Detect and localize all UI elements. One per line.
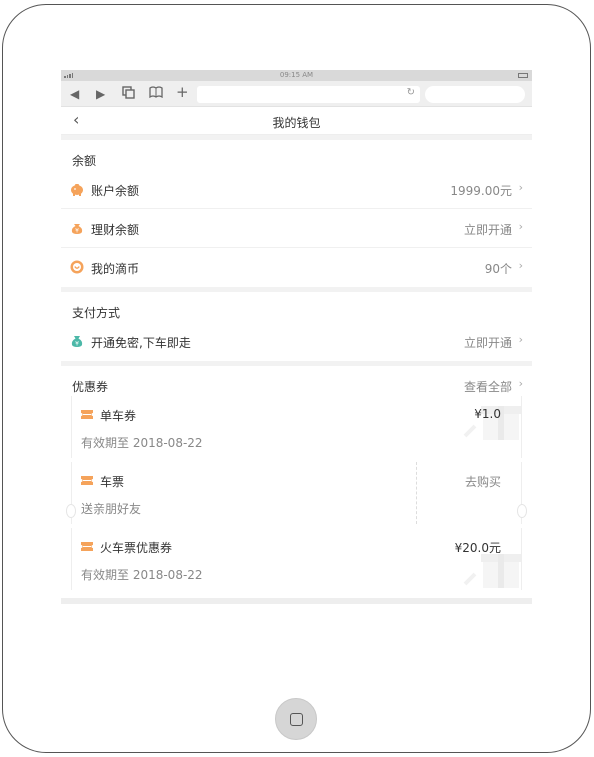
row-label: 账户余额 [91,184,140,198]
payment-header-label: 支付方式 [72,306,121,320]
chevron-right-icon: › [518,259,523,272]
battery-icon [518,73,528,78]
row-value: 1999.00元 [450,184,512,198]
row-label: 开通免密,下车即走 [91,336,191,350]
money-bag-teal-icon: ¥ [71,336,83,348]
bookmarks-icon[interactable] [149,86,163,102]
dashed-divider [416,462,417,524]
coupon-card[interactable]: 车票 送亲朋好友 去购买 [71,462,522,524]
chevron-right-icon: › [518,333,523,346]
finance-balance-row[interactable]: ¥ 理财余额 立即开通 › [61,209,532,248]
balance-section-header: 余额 [61,140,532,170]
back-arrow-icon[interactable]: ◀ [70,86,79,102]
coupon-name: 车票 [100,475,125,489]
coupon-card[interactable]: 单车券 有效期至 2018-08-22 ¥1.0 [71,396,522,458]
page-header: ‹ 我的钱包 [61,107,532,135]
row-value: 立即开通 [463,223,512,237]
coupon-desc: 送亲朋好友 [81,502,142,516]
tabs-icon[interactable] [122,86,135,103]
add-icon[interactable]: + [176,84,189,100]
row-label: 我的滴币 [91,262,140,276]
chevron-right-icon: › [518,220,523,233]
phone-screen: 09:15 AM ◀ ▶ + ↻ ‹ 我的钱包 余额 账户余额 1999.00元… [61,70,532,604]
coupon-name: 单车券 [100,409,137,423]
page-title: 我的钱包 [272,116,321,130]
browser-toolbar: ◀ ▶ + ↻ [61,81,532,107]
ticket-icon [81,476,93,485]
home-square-icon [290,713,303,726]
payment-section-header: 支付方式 [61,292,532,322]
piggy-bank-icon [71,184,83,196]
coupon-desc: 有效期至 2018-08-22 [81,436,203,450]
coins-row[interactable]: 我的滴币 90个 › [61,248,532,287]
view-all-link[interactable]: 查看全部 [464,378,512,395]
coupon-name: 火车票优惠券 [100,541,173,555]
password-free-row[interactable]: ¥ 开通免密,下车即走 立即开通 › [61,322,532,361]
row-value: 立即开通 [463,336,512,350]
balance-header-label: 余额 [72,154,97,168]
reload-icon[interactable]: ↻ [407,87,415,98]
svg-text:¥: ¥ [75,228,79,235]
ticket-icon [81,542,93,551]
coupon-desc: 有效期至 2018-08-22 [81,568,203,582]
svg-text:¥: ¥ [75,341,79,348]
chevron-right-icon: › [518,377,523,390]
money-bag-icon: ¥ [71,224,83,235]
coin-icon [70,260,84,274]
home-button[interactable] [275,698,317,740]
coupons-section-header: 优惠券 查看全部 › [61,366,532,396]
chevron-right-icon: › [518,181,523,194]
bottom-divider [61,598,532,604]
ticket-notch [66,504,76,518]
account-balance-row[interactable]: 账户余额 1999.00元 › [61,170,532,209]
row-label: 理财余额 [91,223,140,237]
buy-link[interactable]: 去购买 [465,473,501,490]
row-value: 90个 [484,262,512,276]
signal-icon [64,73,73,78]
coupon-amount: ¥1.0 [474,407,501,421]
forward-arrow-icon[interactable]: ▶ [96,86,105,102]
address-bar[interactable]: ↻ [197,86,420,103]
search-input[interactable] [425,86,525,103]
coupon-card[interactable]: 火车票优惠券 有效期至 2018-08-22 ¥20.0元 [71,528,522,590]
coupons-header-label: 优惠券 [72,380,109,394]
ticket-icon [81,410,93,419]
coupon-amount: ¥20.0元 [454,541,501,555]
ticket-notch [517,504,527,518]
status-bar: 09:15 AM [61,70,532,81]
coupon-list: 单车券 有效期至 2018-08-22 ¥1.0 车票 送亲朋好友 去购买 火车… [61,396,532,591]
status-time: 09:15 AM [279,71,314,79]
